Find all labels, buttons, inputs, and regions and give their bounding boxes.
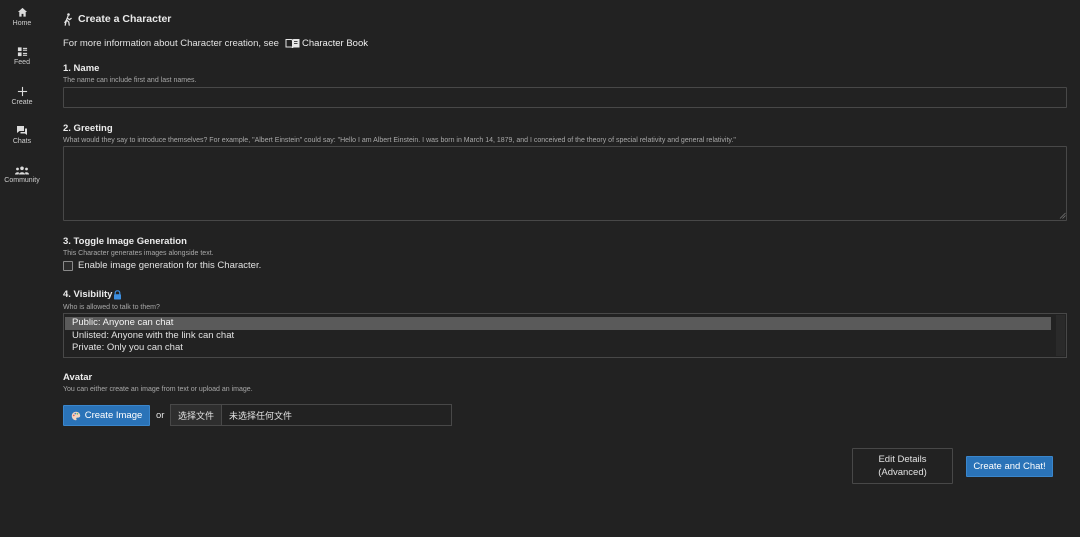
avatar-file-input[interactable]: 选择文件 未选择任何文件 <box>170 404 452 426</box>
sidebar-item-feed[interactable]: Feed <box>0 46 44 66</box>
create-image-button-label: Create Image <box>84 410 143 421</box>
home-icon <box>17 7 27 17</box>
person-walking-icon <box>64 12 72 26</box>
community-icon <box>15 166 29 175</box>
create-character-form: Create a Character For more information … <box>63 0 1067 537</box>
book-icon <box>285 39 300 49</box>
image-gen-label: 3. Toggle Image Generation <box>63 236 187 247</box>
image-gen-checkbox-label: Enable image generation for this Charact… <box>78 260 262 271</box>
greeting-label: 2. Greeting <box>63 123 113 134</box>
sidebar-item-label: Create <box>11 99 33 106</box>
image-gen-help: This Character generates images alongsid… <box>63 250 214 257</box>
plus-icon <box>17 86 27 97</box>
visibility-option-unlisted[interactable]: Unlisted: Anyone with the link can chat <box>65 330 1051 343</box>
palette-icon <box>71 411 80 420</box>
choose-file-button[interactable]: 选择文件 <box>171 405 223 425</box>
visibility-help: Who is allowed to talk to them? <box>63 304 160 311</box>
create-image-button[interactable]: Create Image <box>63 405 150 426</box>
name-help: The name can include first and last name… <box>63 77 197 84</box>
name-input[interactable] <box>63 87 1067 108</box>
resize-grip-icon[interactable] <box>1059 212 1066 219</box>
sidebar-item-label: Feed <box>14 59 30 66</box>
sidebar-item-label: Home <box>12 20 32 27</box>
edit-details-advanced-button[interactable]: Edit Details (Advanced) <box>852 448 953 484</box>
edit-details-line1: Edit Details <box>878 454 927 465</box>
sidebar-item-create[interactable]: Create <box>0 86 44 106</box>
sidebar-item-label: Community <box>4 177 40 184</box>
visibility-label-text: 4. Visibility <box>63 289 113 300</box>
info-text: For more information about Character cre… <box>63 38 279 49</box>
sidebar: Home Feed Create Chats Community <box>0 0 44 537</box>
edit-details-line2: (Advanced) <box>878 467 927 478</box>
greeting-textarea[interactable] <box>63 146 1067 221</box>
visibility-listbox[interactable]: Public: Anyone can chat Unlisted: Anyone… <box>63 313 1067 358</box>
chat-bubbles-icon <box>17 126 27 135</box>
sidebar-item-chats[interactable]: Chats <box>0 125 44 145</box>
feed-icon <box>17 47 27 57</box>
or-separator: or <box>156 410 165 421</box>
name-label: 1. Name <box>63 63 100 74</box>
create-and-chat-button[interactable]: Create and Chat! <box>966 456 1053 477</box>
visibility-option-private[interactable]: Private: Only you can chat <box>65 342 1051 355</box>
sidebar-item-home[interactable]: Home <box>0 7 44 27</box>
lock-icon <box>114 289 122 299</box>
avatar-help: You can either create an image from text… <box>63 386 253 393</box>
info-line: For more information about Character cre… <box>63 38 368 49</box>
page-title: Create a Character <box>63 12 171 26</box>
sidebar-item-label: Chats <box>12 138 32 145</box>
character-book-link-text: Character Book <box>301 38 368 49</box>
file-status-text: 未选择任何文件 <box>229 410 293 421</box>
visibility-scrollbar[interactable] <box>1056 315 1065 356</box>
greeting-help: What would they say to introduce themsel… <box>63 137 736 144</box>
image-gen-toggle[interactable]: Enable image generation for this Charact… <box>63 260 261 271</box>
visibility-label: 4. Visibility <box>63 289 122 300</box>
page-title-text: Create a Character <box>78 13 172 25</box>
image-gen-checkbox[interactable] <box>63 260 73 271</box>
avatar-label: Avatar <box>63 372 93 383</box>
sidebar-item-community[interactable]: Community <box>0 166 44 184</box>
visibility-option-public[interactable]: Public: Anyone can chat <box>65 317 1051 330</box>
character-book-link[interactable]: Character Book <box>285 38 368 49</box>
